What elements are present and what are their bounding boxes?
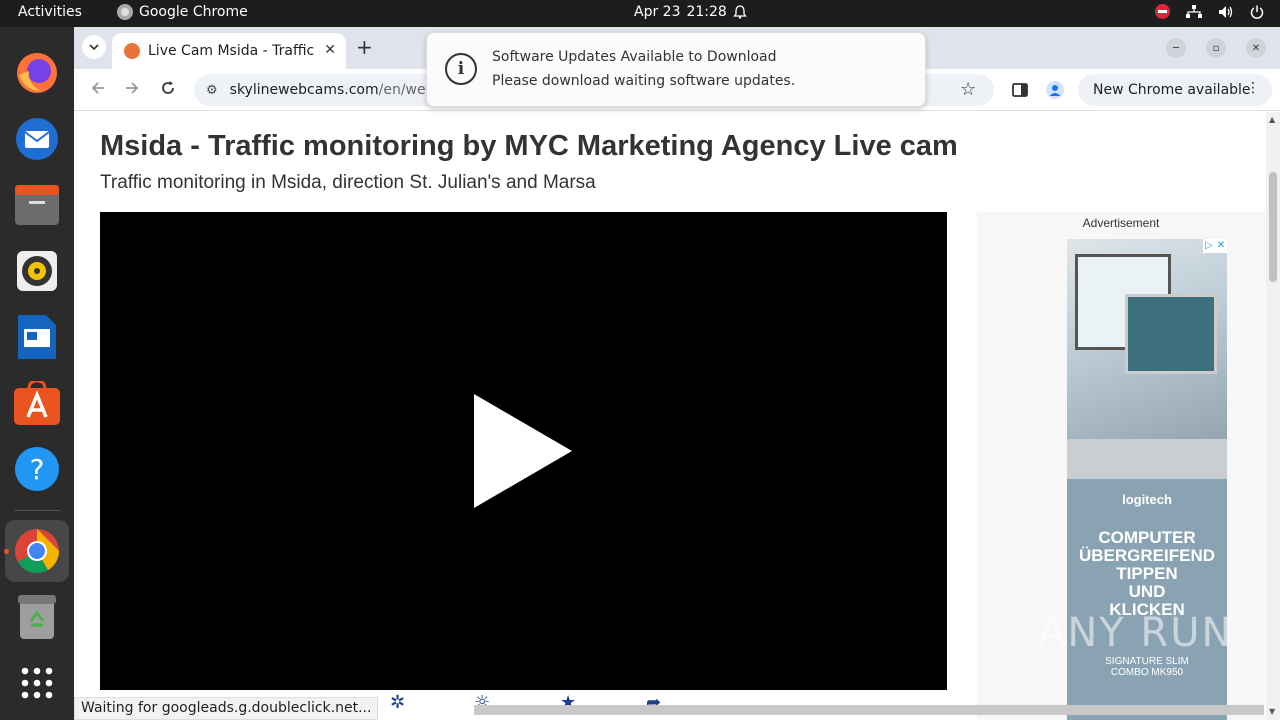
rhythmbox-icon[interactable] <box>13 247 61 295</box>
dock: ? <box>0 27 74 720</box>
ad-photo <box>1067 239 1227 479</box>
info-icon: i <box>445 53 477 85</box>
new-chrome-label: New Chrome available <box>1093 82 1251 98</box>
vertical-scrollbar[interactable]: ▲ ▼ <box>1266 112 1280 720</box>
chrome-icon <box>117 4 133 20</box>
ad-product: SIGNATURE SLIM COMBO MK950 <box>1067 656 1227 678</box>
notification-body: Please download waiting software updates… <box>492 73 796 89</box>
date-label: Apr 23 <box>634 4 681 20</box>
dock-separator <box>14 510 60 511</box>
system-top-bar: Activities Google Chrome Apr 23 21:28 <box>0 0 1280 27</box>
play-icon[interactable] <box>474 394 572 508</box>
page-subtitle: Traffic monitoring in Msida, direction S… <box>100 172 596 193</box>
writer-icon[interactable] <box>13 313 61 361</box>
favicon-icon <box>124 43 140 59</box>
side-panel-icon[interactable] <box>1011 81 1029 99</box>
site-info-icon[interactable]: ⚙ <box>206 83 218 98</box>
ad-close-icon[interactable]: ✕ <box>1215 239 1227 253</box>
new-tab-button[interactable]: + <box>356 35 373 59</box>
bell-icon <box>733 5 747 19</box>
scroll-up-icon[interactable]: ▲ <box>1269 115 1275 124</box>
close-window-button[interactable]: ✕ <box>1246 38 1266 58</box>
ad-headline-line: COMPUTER <box>1098 528 1196 547</box>
ad-product-line: COMBO MK950 <box>1110 667 1184 678</box>
do-not-disturb-icon[interactable] <box>1155 4 1170 19</box>
files-icon[interactable] <box>13 181 61 229</box>
trash-icon[interactable] <box>13 593 61 641</box>
time-label: 21:28 <box>686 4 727 20</box>
advertisement-label: Advertisement <box>1082 216 1160 230</box>
ad-brand: logitech <box>1122 492 1172 507</box>
maximize-button[interactable]: ▫ <box>1206 38 1226 58</box>
ad-headline-line: TIPPEN <box>1116 564 1178 583</box>
tab-title: Live Cam Msida - Traffic monitoring <box>148 43 318 59</box>
firefox-icon[interactable] <box>13 49 61 97</box>
close-tab-icon[interactable]: ✕ <box>324 42 336 58</box>
power-icon <box>1250 5 1264 19</box>
forward-icon[interactable] <box>124 80 140 96</box>
scroll-down-icon[interactable]: ▼ <box>1269 707 1275 716</box>
status-bubble: Waiting for googleads.g.doubleclick.net.… <box>74 697 379 720</box>
desk-image <box>1067 439 1227 479</box>
laptop-image <box>1125 294 1217 374</box>
ad-headline-line: ÜBERGREIFEND <box>1078 546 1215 565</box>
clock[interactable]: Apr 23 21:28 <box>634 4 747 20</box>
activities-button[interactable]: Activities <box>18 4 82 20</box>
app-center-icon[interactable] <box>13 379 61 427</box>
page-title: Msida - Traffic monitoring by MYC Market… <box>100 130 958 162</box>
ad-headline: COMPUTER ÜBERGREIFEND TIPPEN UND KLICKEN <box>1067 529 1227 619</box>
ad-product-line: SIGNATURE SLIM <box>1105 656 1189 667</box>
back-icon[interactable] <box>90 80 106 96</box>
menu-dots-icon[interactable]: ⋮ <box>1246 80 1260 96</box>
reload-icon[interactable] <box>160 80 176 96</box>
adchoices-badge[interactable]: ▷ ✕ <box>1203 239 1227 253</box>
adchoices-icon[interactable]: ▷ <box>1203 239 1215 253</box>
network-icon <box>1186 4 1202 18</box>
thunderbird-icon[interactable] <box>13 115 61 163</box>
watermark: ANY RUN <box>1038 610 1234 656</box>
chevron-down-icon <box>89 44 99 50</box>
url-host: skylinewebcams.com <box>229 82 379 98</box>
help-icon[interactable]: ? <box>13 445 61 493</box>
minimize-button[interactable]: ─ <box>1166 38 1186 58</box>
app-menu[interactable]: Google Chrome <box>117 4 248 20</box>
ad-headline-line: UND <box>1128 582 1166 601</box>
running-indicator <box>4 549 9 554</box>
tab-live-cam[interactable]: Live Cam Msida - Traffic monitoring ✕ <box>112 33 346 69</box>
volume-icon <box>1219 5 1233 18</box>
svg-text:?: ? <box>30 453 45 486</box>
bookmark-star-icon[interactable]: ☆ <box>960 79 976 100</box>
app-name: Google Chrome <box>139 4 248 20</box>
new-chrome-available-button[interactable]: New Chrome available ⋮ <box>1078 74 1272 106</box>
app-grid-icon[interactable] <box>13 659 61 707</box>
gear-icon[interactable]: ✲ <box>390 692 405 713</box>
scrollbar-thumb[interactable] <box>1269 172 1277 282</box>
notification-title: Software Updates Available to Download <box>492 49 777 65</box>
chrome-icon[interactable] <box>13 527 61 575</box>
profile-avatar-icon[interactable] <box>1046 81 1064 99</box>
tab-search-button[interactable] <box>82 35 106 59</box>
horizontal-scrollbar[interactable] <box>474 705 1264 715</box>
system-tray[interactable] <box>1155 4 1264 19</box>
video-player[interactable] <box>100 212 947 690</box>
update-notification[interactable]: i Software Updates Available to Download… <box>426 32 926 107</box>
